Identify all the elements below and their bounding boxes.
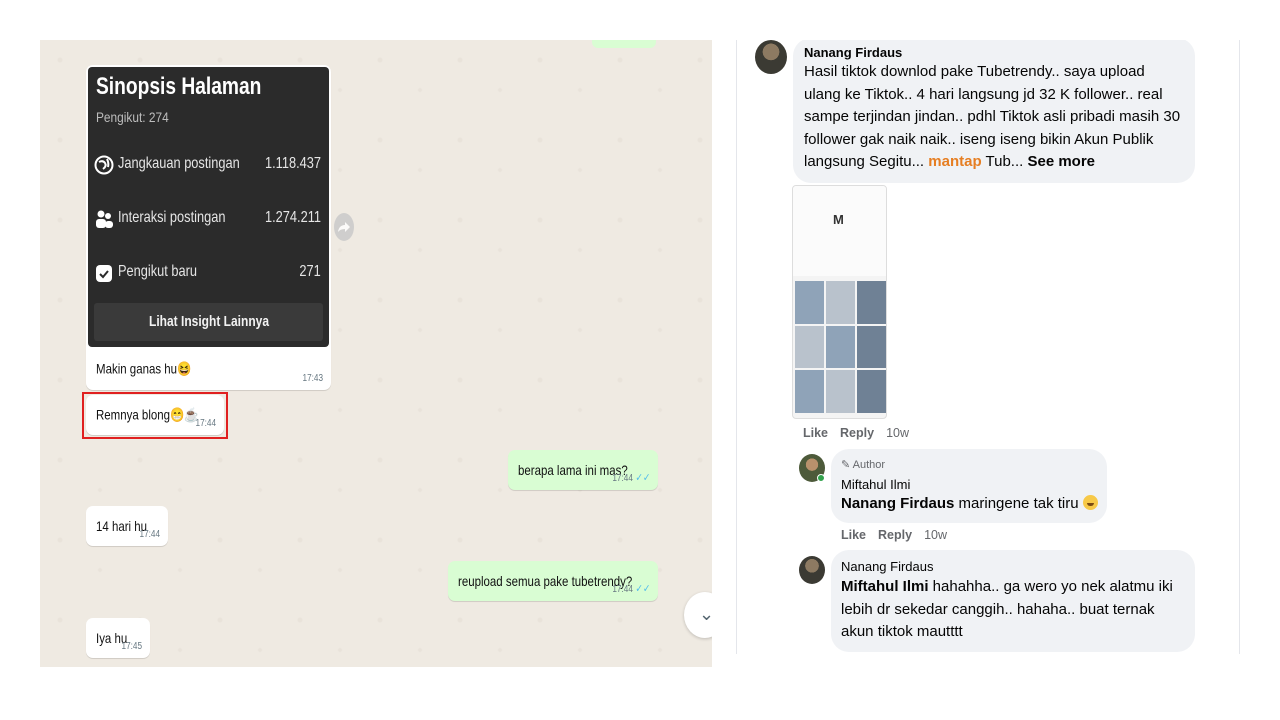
message-bubble[interactable]: Iya hu 17:45 [86, 618, 150, 658]
message-time: 17:44 [139, 529, 160, 540]
chevron-down-icon: ⌄ [699, 604, 712, 624]
red-highlight-box [82, 392, 228, 439]
previous-message-bubble [592, 40, 656, 48]
comment-author-name[interactable]: Nanang Firdaus [804, 45, 902, 60]
reply-author-name[interactable]: Miftahul Ilmi [841, 477, 910, 492]
read-receipt-icon: ✓✓ [634, 583, 650, 595]
see-more-link[interactable]: See more [1027, 153, 1095, 170]
like-button[interactable]: Like [803, 426, 828, 440]
message-text: reupload semua pake tubetrendy? [458, 573, 633, 589]
stat-label: Interaksi postingan [118, 209, 226, 226]
read-receipt-icon: ✓✓ [634, 472, 650, 484]
see-more-insights-button: Lihat Insight Lainnya [94, 303, 323, 341]
mention-link[interactable]: Nanang Firdaus [841, 495, 954, 512]
reply-button[interactable]: Reply [878, 528, 912, 542]
forward-icon [338, 222, 350, 232]
insight-button-label: Lihat Insight Lainnya [148, 313, 269, 330]
reply-bubble: Nanang Firdaus Miftahul Ilmi hahahha.. g… [831, 550, 1195, 652]
message-time: 17:45 [121, 641, 142, 652]
reply-age: 10w [924, 528, 947, 542]
message-time: 17:44 ✓✓ [611, 583, 650, 595]
page-insight-image[interactable]: Sinopsis Halaman Pengikut: 274 Jangkauan… [88, 67, 329, 347]
like-button[interactable]: Like [841, 528, 866, 542]
stat-label: Pengikut baru [118, 263, 197, 280]
stat-label: Jangkauan postingan [118, 155, 240, 172]
comment-text: Hasil tiktok downlod pake Tubetrendy.. s… [804, 63, 1181, 170]
screenshot-video-grid [795, 281, 886, 413]
screenshot-profile-header: M [793, 186, 886, 276]
screenshot-logo: M [833, 212, 844, 227]
comment-bubble: Nanang Firdaus Hasil tiktok downlod pake… [793, 40, 1195, 183]
message-time: 17:44 ✓✓ [611, 472, 650, 484]
reply-button[interactable]: Reply [840, 426, 874, 440]
laughing-emoji-icon [1082, 495, 1098, 510]
stat-row-engagement: Interaksi postingan 1.274.211 [94, 205, 321, 235]
comment-age: 10w [886, 426, 909, 440]
people-icon [96, 210, 113, 228]
reply-text: Nanang Firdaus maringene tak tiru [841, 493, 1103, 516]
globe-icon [94, 155, 114, 175]
mention-link[interactable]: Miftahul Ilmi [841, 578, 929, 595]
avatar[interactable] [799, 556, 825, 584]
facebook-comments-panel: Nanang Firdaus Hasil tiktok downlod pake… [736, 40, 1240, 654]
whatsapp-chat-panel: Sinopsis Halaman Pengikut: 274 Jangkauan… [40, 40, 712, 667]
comment-actions: Like Reply 10w [803, 426, 921, 440]
stat-value: 1.274.211 [265, 209, 321, 226]
message-bubble[interactable]: berapa lama ini mas? 17:44 ✓✓ [508, 450, 658, 490]
message-bubble[interactable]: Makin ganas hu😆 17:43 [86, 348, 331, 390]
forward-button[interactable] [334, 213, 354, 241]
avatar[interactable] [755, 40, 787, 74]
reply-bubble: ✎ Author Miftahul Ilmi Nanang Firdaus ma… [831, 449, 1107, 523]
comment-attached-screenshot[interactable]: M [792, 185, 887, 419]
stat-row-reach: Jangkauan postingan 1.118.437 [94, 151, 321, 181]
author-badge: ✎ Author [841, 459, 886, 471]
insight-followers: Pengikut: 274 [96, 109, 169, 125]
online-status-indicator [817, 474, 825, 482]
message-bubble[interactable]: 14 hari hu 17:44 [86, 506, 168, 546]
highlighted-word: mantap [928, 153, 982, 170]
reply-author-name[interactable]: Nanang Firdaus [841, 559, 934, 574]
message-text: Makin ganas hu😆 [96, 360, 192, 377]
message-bubble[interactable]: reupload semua pake tubetrendy? 17:44 ✓✓ [448, 561, 658, 601]
message-time: 17:43 [302, 373, 323, 384]
stat-value: 1.118.437 [265, 155, 321, 172]
stat-value: 271 [299, 263, 321, 280]
message-text: berapa lama ini mas? [518, 462, 628, 478]
reply-text: Miftahul Ilmi hahahha.. ga wero yo nek a… [841, 578, 1173, 640]
stat-row-new-followers: Pengikut baru 271 [94, 259, 321, 289]
insight-title: Sinopsis Halaman [96, 73, 262, 100]
reply-actions: Like Reply 10w [841, 528, 959, 542]
follower-badge-icon [96, 265, 112, 282]
